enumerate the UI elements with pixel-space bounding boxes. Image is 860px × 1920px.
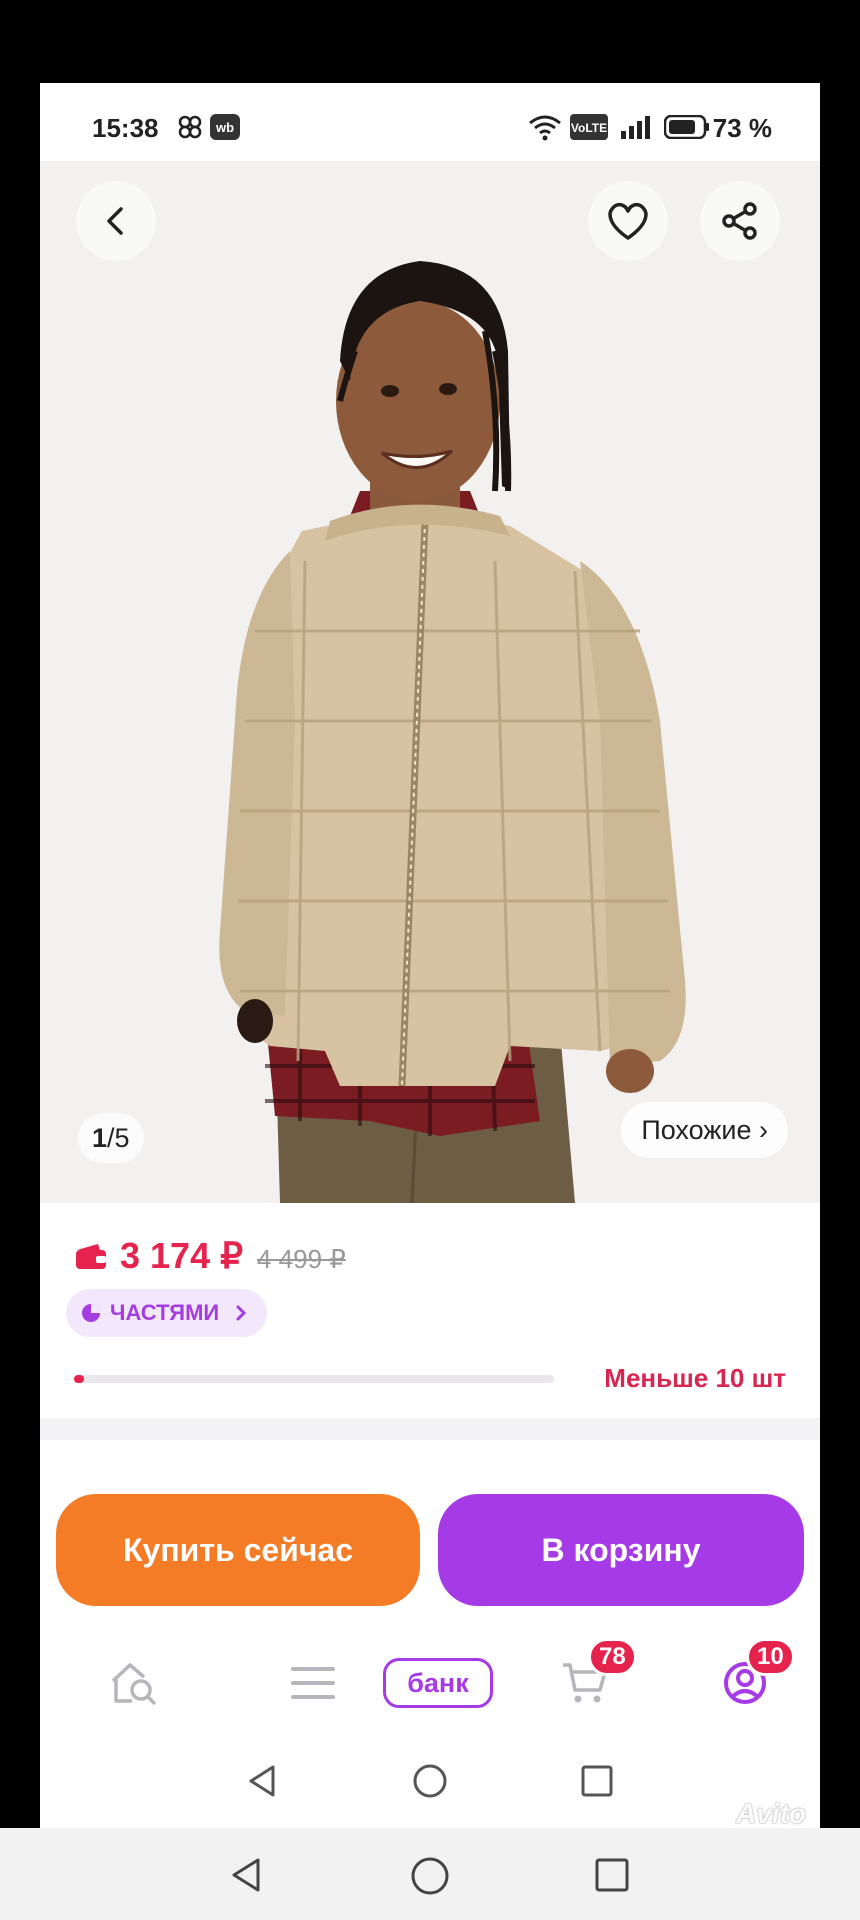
volte-label: VoLTE xyxy=(571,121,607,135)
profile-badge: 10 xyxy=(746,1638,795,1676)
system-back-icon[interactable] xyxy=(245,1763,279,1799)
add-to-cart-button[interactable]: В корзину xyxy=(438,1494,804,1606)
system-recents-icon[interactable] xyxy=(580,1764,614,1798)
outer-home-icon[interactable] xyxy=(410,1856,450,1896)
status-bar: 15:38 wb VoLTE 73 % xyxy=(40,83,820,161)
phone-screen: 15:38 wb VoLTE 73 % 1 / 5 Похожие › 3 17… xyxy=(40,83,820,1828)
outer-back-icon[interactable] xyxy=(228,1856,264,1894)
wallet-icon xyxy=(76,1244,106,1269)
chevron-right-icon xyxy=(236,1305,247,1321)
battery-percent: 73 % xyxy=(712,113,772,143)
favorite-button[interactable] xyxy=(588,181,668,261)
wifi-icon xyxy=(528,113,562,146)
stock-progress-fill xyxy=(74,1375,84,1383)
bottom-nav: банк 78 10 xyxy=(40,1628,820,1738)
chevron-left-icon xyxy=(107,207,123,235)
battery-icon xyxy=(663,114,710,144)
volte-icon: VoLTE xyxy=(570,114,608,145)
inner-system-nav xyxy=(40,1738,820,1828)
menu-icon xyxy=(291,1667,335,1699)
price-card: 3 174 ₽ 4 499 ₽ ЧАСТЯМИ Меньше 10 шт xyxy=(40,1203,820,1418)
photo-counter-total: 5 xyxy=(114,1122,130,1153)
old-price: 4 499 ₽ xyxy=(257,1244,346,1274)
product-photo xyxy=(219,261,686,1203)
status-time: 15:38 xyxy=(92,113,159,143)
nav-bank[interactable]: банк xyxy=(373,1628,503,1738)
stock-progress-bar xyxy=(74,1375,554,1383)
buy-now-button[interactable]: Купить сейчас xyxy=(56,1494,420,1606)
nav-home-search[interactable] xyxy=(80,1628,190,1738)
pinwheel-icon xyxy=(176,113,204,146)
pie-icon xyxy=(82,1304,100,1322)
home-search-icon xyxy=(111,1663,157,1706)
photo-counter-separator: / xyxy=(107,1122,115,1153)
nav-profile[interactable]: 10 xyxy=(690,1628,800,1738)
section-divider xyxy=(40,1418,820,1440)
stock-label: Меньше 10 шт xyxy=(604,1363,786,1393)
nav-cart[interactable]: 78 xyxy=(530,1628,640,1738)
product-photo-gallery[interactable]: 1/5 Похожие › xyxy=(40,161,820,1203)
svg-text:wb: wb xyxy=(215,120,234,135)
outer-system-nav xyxy=(0,1828,860,1920)
wb-icon: wb xyxy=(210,114,240,145)
cart-badge: 78 xyxy=(588,1638,637,1676)
heart-icon xyxy=(608,202,648,240)
system-home-icon[interactable] xyxy=(412,1763,448,1799)
nav-catalog[interactable] xyxy=(258,1628,368,1738)
similar-button[interactable]: Похожие › xyxy=(621,1102,788,1158)
bank-label: банк xyxy=(383,1658,493,1708)
current-price: 3 174 ₽ xyxy=(120,1235,243,1276)
share-icon xyxy=(722,202,757,240)
share-button[interactable] xyxy=(700,181,780,261)
signal-icon xyxy=(620,115,650,144)
photo-counter: 1/5 xyxy=(78,1113,144,1163)
outer-recents-icon[interactable] xyxy=(594,1857,630,1893)
back-button[interactable] xyxy=(76,181,156,261)
installments-badge[interactable]: ЧАСТЯМИ xyxy=(66,1289,268,1337)
photo-counter-current: 1 xyxy=(92,1122,108,1153)
price-row: 3 174 ₽ 4 499 ₽ xyxy=(74,1235,346,1277)
installments-label: ЧАСТЯМИ xyxy=(110,1300,220,1325)
avito-watermark: Avito xyxy=(736,1798,806,1828)
